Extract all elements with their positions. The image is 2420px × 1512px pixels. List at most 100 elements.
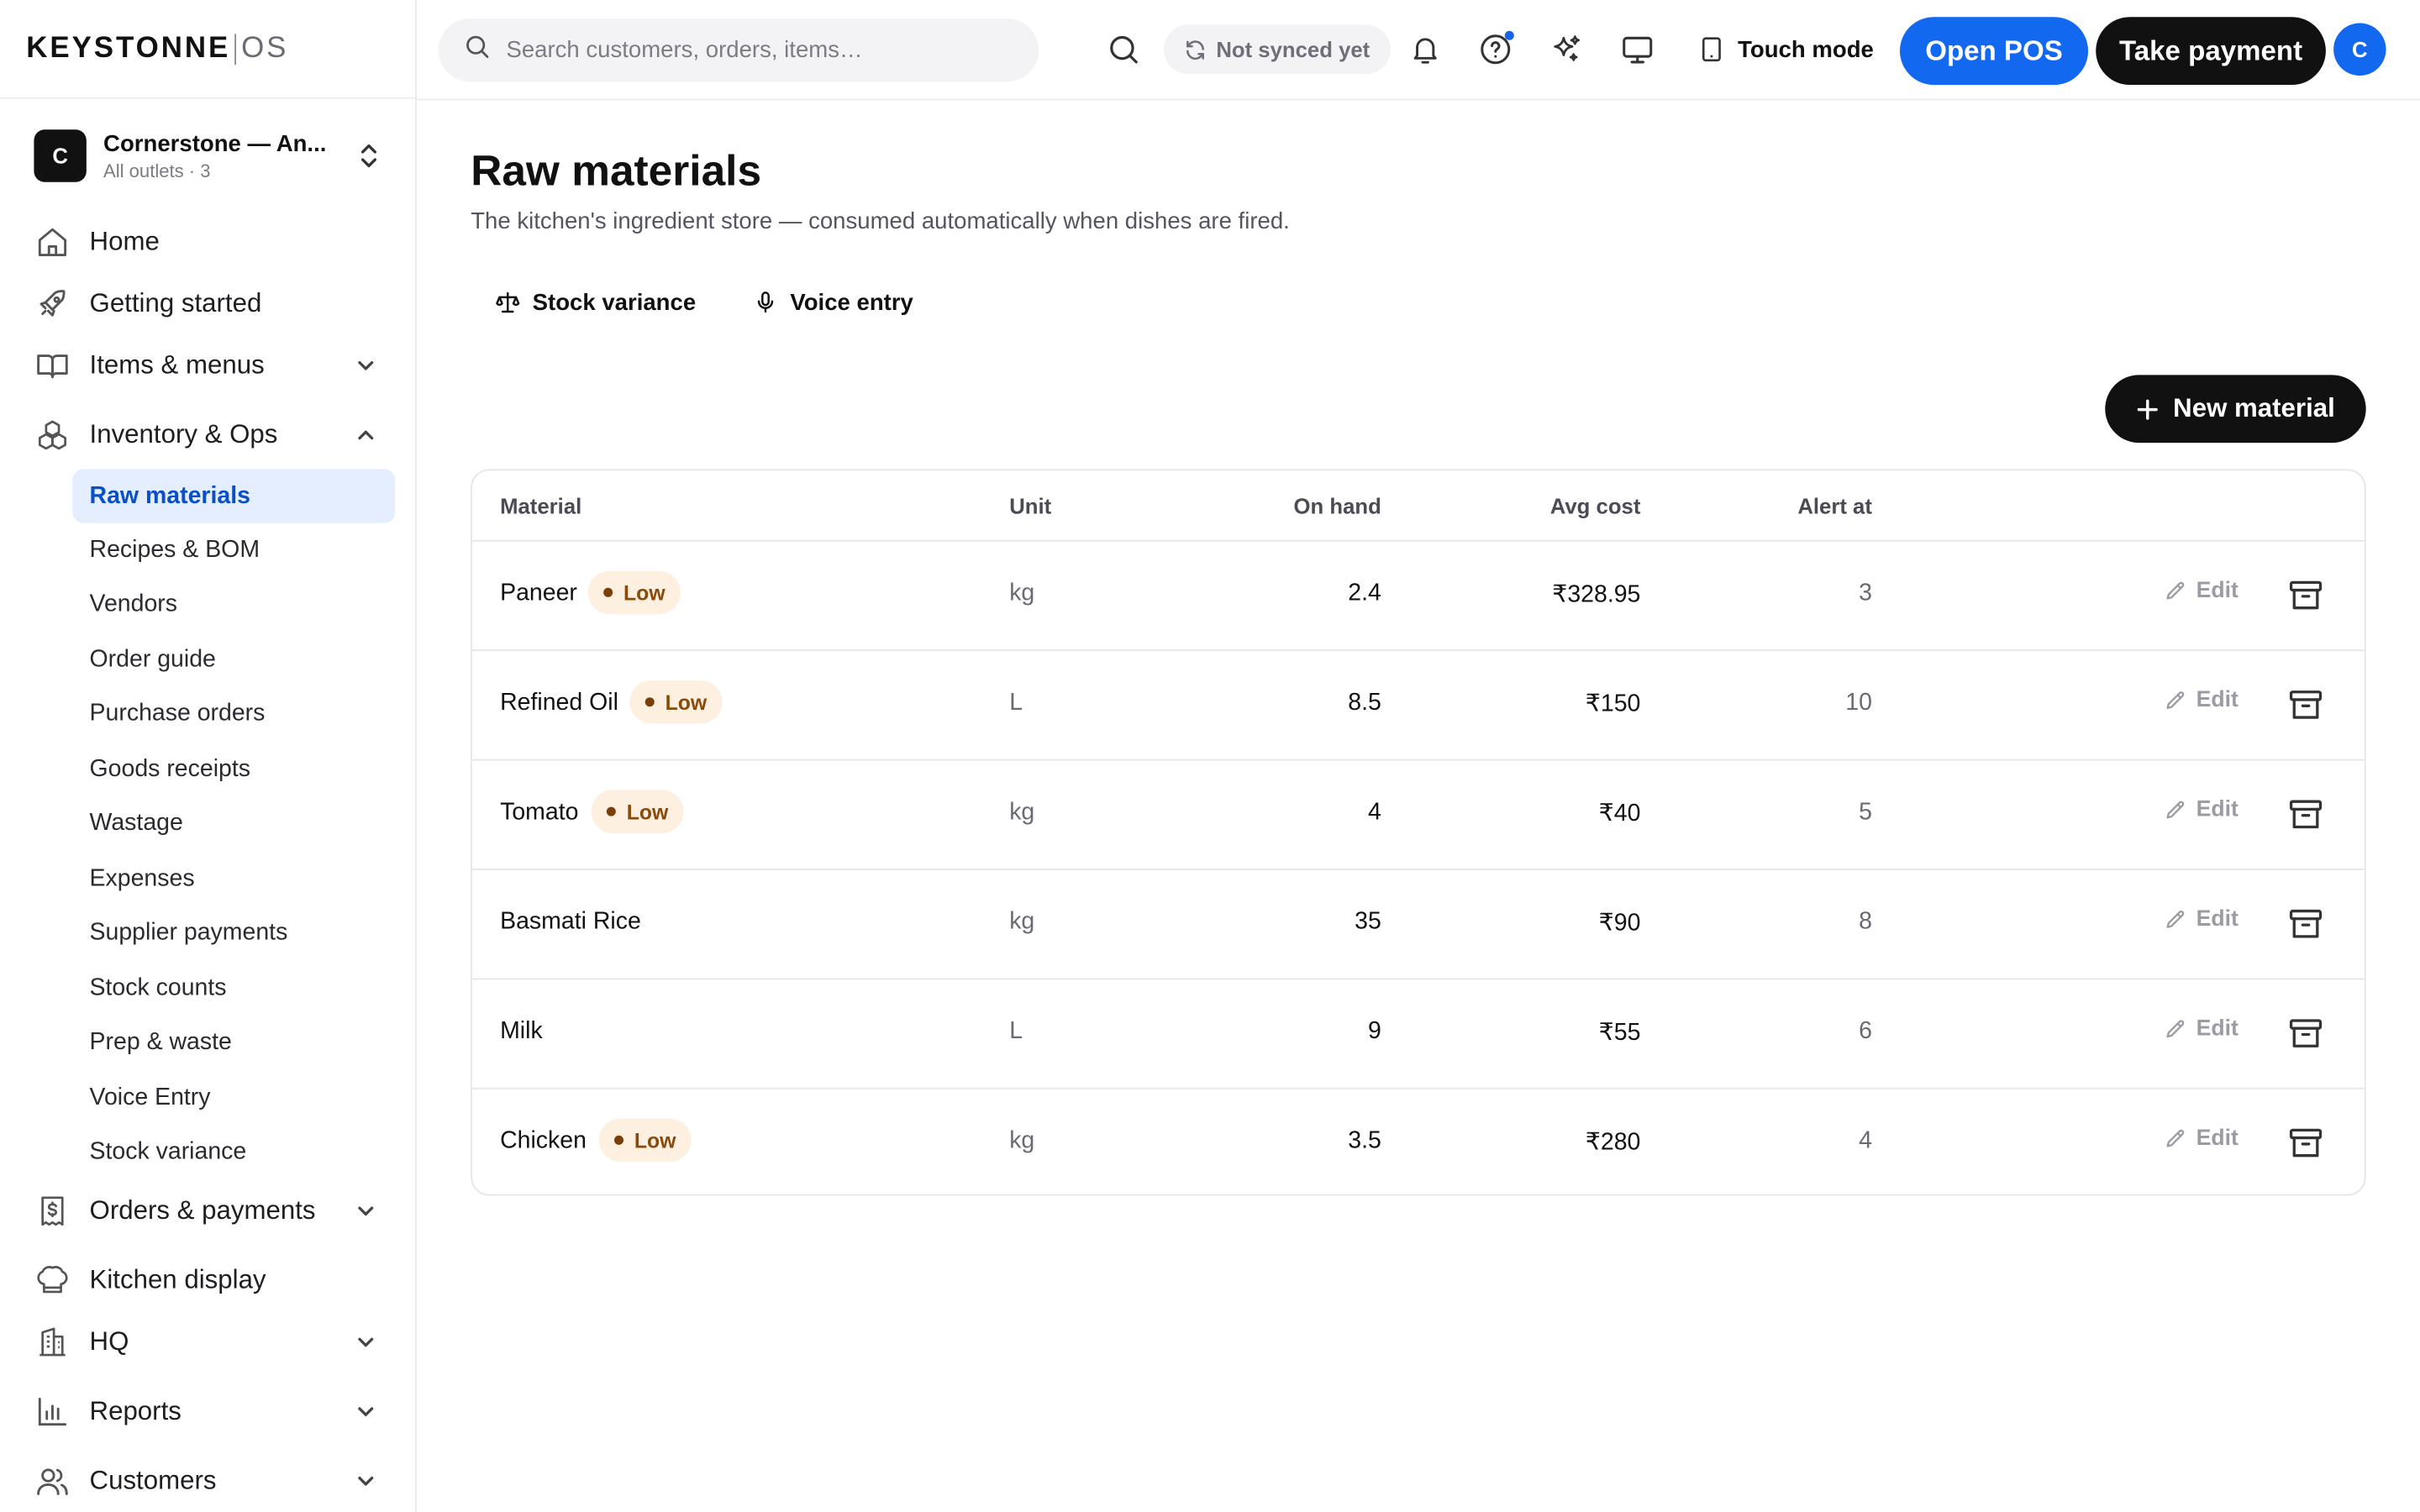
touch-mode-label: Touch mode <box>1738 36 1874 63</box>
sidebar-item-kitchen-display[interactable]: Kitchen display <box>34 1254 388 1306</box>
user-avatar[interactable]: C <box>2333 23 2386 76</box>
column-header-alert-at[interactable]: Alert at <box>1797 494 1872 518</box>
sidebar-item-customers[interactable]: Customers <box>34 1455 388 1507</box>
bell-icon[interactable] <box>1406 31 1443 68</box>
search-icon <box>463 33 491 68</box>
edit-label: Edit <box>2196 1126 2238 1152</box>
edit-button[interactable]: Edit <box>2164 1016 2238 1042</box>
archive-icon[interactable] <box>2287 577 2324 614</box>
archive-icon[interactable] <box>2287 796 2324 833</box>
table-row[interactable]: Refined Oil Low L 8.5 ₹150 10 Edit <box>472 651 2365 761</box>
new-material-button[interactable]: New material <box>2105 375 2366 444</box>
archive-icon[interactable] <box>2287 686 2324 723</box>
outlet-switcher[interactable]: C Cornerstone — An... All outlets · 3 <box>34 128 388 183</box>
table-row[interactable]: Paneer Low kg 2.4 ₹328.95 3 Edit <box>472 542 2365 652</box>
sync-status[interactable]: Not synced yet <box>1163 24 1391 75</box>
material-alert-at: 5 <box>1859 799 1872 826</box>
outlet-avatar: C <box>34 129 87 182</box>
open-pos-button[interactable]: Open POS <box>1899 17 2089 86</box>
raw-materials-table: Material Unit On hand Avg cost Alert at … <box>471 469 2366 1196</box>
stock-variance-label: Stock variance <box>532 289 697 316</box>
sidebar-item-getting-started[interactable]: Getting started <box>34 278 388 330</box>
sidebar-subitem-raw-materials[interactable]: Raw materials <box>72 469 396 523</box>
sidebar-subitem-stock-variance[interactable]: Stock variance <box>72 1125 395 1179</box>
pencil-icon <box>2166 690 2185 709</box>
material-unit: kg <box>1009 1127 1035 1154</box>
sidebar-subitem-voice-entry[interactable]: Voice Entry <box>72 1071 395 1125</box>
sidebar-item-label: HQ <box>89 1326 129 1357</box>
sidebar-subitem-supplier-payments[interactable]: Supplier payments <box>72 906 395 959</box>
page-subtitle: The kitchen's ingredient store — consume… <box>471 207 1290 235</box>
edit-label: Edit <box>2196 688 2238 713</box>
monitor-icon[interactable] <box>1619 31 1656 68</box>
sidebar-subitem-purchase-orders[interactable]: Purchase orders <box>72 686 395 740</box>
mic-icon <box>757 291 774 313</box>
sidebar-item-items-menus[interactable]: Items & menus <box>34 339 388 391</box>
sidebar: KEYSTONNE OS C Cornerstone — An... All o… <box>0 0 417 1512</box>
sidebar-subitem-expenses[interactable]: Expenses <box>72 852 395 906</box>
column-header-on-hand[interactable]: On hand <box>1294 494 1381 518</box>
column-header-material[interactable]: Material <box>500 494 581 518</box>
stock-variance-button[interactable]: Stock variance <box>496 287 697 318</box>
low-stock-label: Low <box>623 580 666 605</box>
sidebar-subitem-goods-receipts[interactable]: Goods receipts <box>72 742 395 795</box>
material-unit: L <box>1009 690 1023 717</box>
sparkle-icon[interactable] <box>1548 31 1585 68</box>
sidebar-subitem-prep-waste[interactable]: Prep & waste <box>72 1016 395 1069</box>
table-row[interactable]: Basmati Rice kg 35 ₹90 8 Edit <box>472 870 2365 980</box>
boxes-icon <box>34 417 71 454</box>
material-alert-at: 4 <box>1859 1127 1872 1154</box>
chef-hat-icon <box>34 1262 71 1299</box>
table-row[interactable]: Chicken Low kg 3.5 ₹280 4 Edit <box>472 1089 2365 1194</box>
chevron-down-icon <box>355 354 376 385</box>
search-icon[interactable] <box>1105 31 1142 68</box>
column-header-unit[interactable]: Unit <box>1009 494 1051 518</box>
low-stock-label: Low <box>665 690 708 714</box>
take-payment-button[interactable]: Take payment <box>2096 17 2326 86</box>
sidebar-item-home[interactable]: Home <box>34 216 388 268</box>
edit-button[interactable]: Edit <box>2164 1126 2238 1151</box>
search-input[interactable] <box>506 37 1016 64</box>
sidebar-item-label: Getting started <box>89 288 262 318</box>
global-search[interactable] <box>438 18 1039 82</box>
edit-button[interactable]: Edit <box>2164 579 2238 603</box>
edit-button[interactable]: Edit <box>2164 688 2238 713</box>
column-header-avg-cost[interactable]: Avg cost <box>1550 494 1641 518</box>
sidebar-item-hq[interactable]: HQ <box>34 1316 388 1368</box>
table-header: Material Unit On hand Avg cost Alert at <box>472 470 2365 542</box>
pencil-icon <box>2166 910 2185 927</box>
status-dot <box>603 587 613 597</box>
chevron-down-icon <box>355 1199 376 1230</box>
sidebar-subitem-vendors[interactable]: Vendors <box>72 577 395 631</box>
archive-icon[interactable] <box>2287 1016 2324 1053</box>
chevron-down-icon <box>355 1330 376 1361</box>
table-row[interactable]: Milk L 9 ₹55 6 Edit <box>472 979 2365 1089</box>
sidebar-subitem-wastage[interactable]: Wastage <box>72 796 395 850</box>
sidebar-item-orders-payments[interactable]: Orders & payments <box>34 1185 388 1237</box>
book-icon <box>34 347 71 384</box>
brand-logo[interactable]: KEYSTONNE OS <box>0 0 416 99</box>
edit-label: Edit <box>2196 578 2238 604</box>
archive-icon[interactable] <box>2287 1125 2324 1162</box>
voice-entry-button[interactable]: Voice entry <box>753 287 913 318</box>
table-row[interactable]: Tomato Low kg 4 ₹40 5 Edit <box>472 760 2365 870</box>
edit-button[interactable]: Edit <box>2164 907 2238 932</box>
rocket-icon <box>34 286 71 323</box>
sidebar-subitem-order-guide[interactable]: Order guide <box>72 633 395 686</box>
sidebar-subitem-recipes-bom[interactable]: Recipes & BOM <box>72 523 395 577</box>
touch-mode-toggle[interactable]: Touch mode <box>1697 29 1874 70</box>
low-stock-badge: Low <box>587 570 681 615</box>
sidebar-item-inventory-ops[interactable]: Inventory & Ops <box>34 409 388 461</box>
pencil-icon <box>2166 1128 2185 1147</box>
sidebar-subitem-stock-counts[interactable]: Stock counts <box>72 961 395 1015</box>
help-icon[interactable] <box>1477 30 1514 68</box>
material-on-hand: 4 <box>1368 799 1381 826</box>
voice-entry-label: Voice entry <box>790 289 913 316</box>
archive-icon[interactable] <box>2287 906 2324 942</box>
low-stock-badge: Low <box>598 1118 692 1163</box>
outlet-name: Cornerstone — An... <box>103 130 327 157</box>
edit-button[interactable]: Edit <box>2164 798 2238 822</box>
sidebar-item-reports[interactable]: Reports <box>34 1385 388 1437</box>
material-name: Basmati Rice <box>500 908 641 936</box>
low-stock-badge: Low <box>591 790 684 833</box>
